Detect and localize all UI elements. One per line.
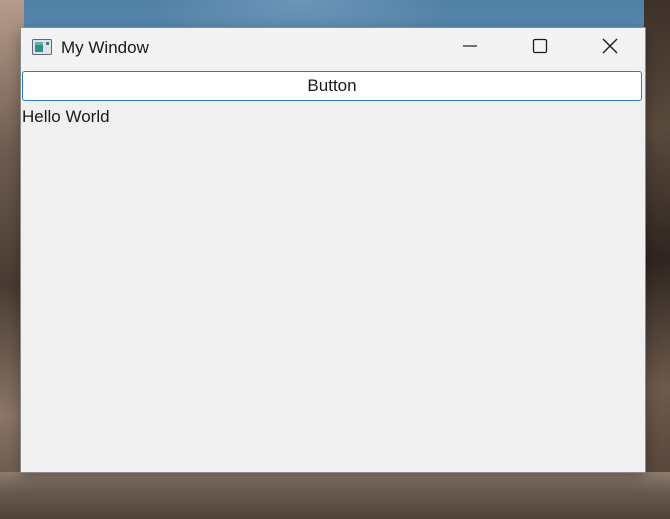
minimize-icon [462, 38, 478, 59]
maximize-icon [532, 38, 548, 59]
close-icon [602, 38, 618, 59]
app-window-icon [32, 39, 52, 55]
close-button[interactable] [575, 28, 645, 68]
window-title: My Window [61, 38, 149, 57]
title-bar[interactable]: My Window [21, 28, 645, 68]
hello-label: Hello World [22, 107, 110, 126]
background-rock-right [644, 0, 670, 519]
background-rock-bottom [0, 472, 670, 519]
app-window: My Window Button Hello World [21, 28, 645, 472]
main-button[interactable]: Button [22, 71, 642, 101]
minimize-button[interactable] [435, 28, 505, 68]
maximize-button[interactable] [505, 28, 575, 68]
